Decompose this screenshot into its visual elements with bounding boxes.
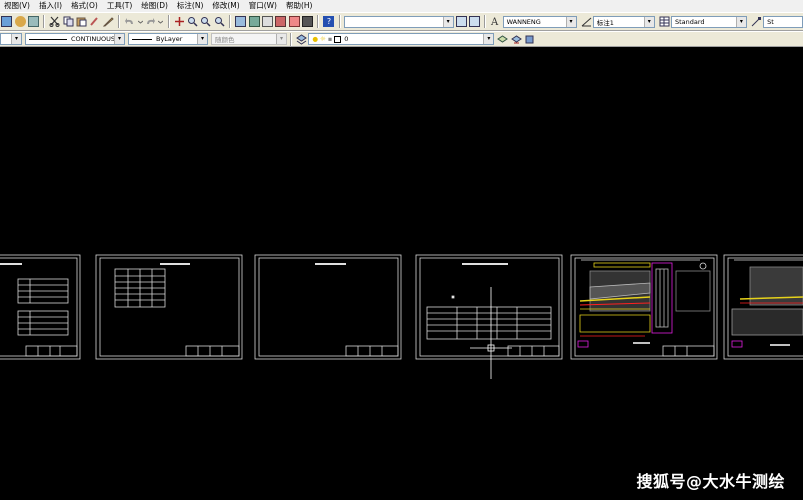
chevron-down-icon: ▾ [735,16,746,27]
layer-states-icon[interactable] [524,34,535,45]
separator [43,15,46,28]
chevron-down-icon: ▾ [276,34,286,44]
properties-icon[interactable] [235,16,247,27]
watermark: 搜狐号@大水牛测绘 [636,472,785,491]
dimension-style-value: 标注1 [596,18,614,27]
drawing-sheet-1 [0,254,81,360]
sheet-set-manager-icon[interactable] [275,16,287,27]
sheet-set-icon[interactable] [1,16,13,27]
markup-icon[interactable] [14,16,26,27]
menu-item[interactable]: 插入(I) [35,0,67,12]
menu-item[interactable]: 格式(O) [67,0,103,12]
sun-icon: ☼ [320,35,326,43]
layer-properties-icon[interactable] [296,33,308,45]
color-swatch-icon [334,35,342,43]
chevron-down-icon: ▾ [114,34,124,44]
plotstyle-select[interactable]: 随颜色 ▾ [211,33,287,45]
separator [290,32,292,46]
dimension-style-select[interactable]: 标注1 ▾ [592,15,655,28]
design-center-icon[interactable] [248,16,260,27]
markup-manager-icon[interactable] [288,16,300,27]
chevron-down-icon: ▾ [197,34,207,44]
separator [118,15,120,28]
chevron-down-icon: ▾ [11,34,21,44]
drawing-sheet-6 [723,254,803,360]
linetype-value: CONTINUOUS [71,35,116,43]
menu-item[interactable]: 帮助(H) [282,0,318,12]
zoom-realtime-icon[interactable] [187,16,198,27]
menu-item[interactable]: 工具(T) [103,0,137,12]
svg-text:A: A [490,17,499,27]
properties-toolbar: ▾ CONTINUOUS ▾ ByLayer ▾ 随颜色 ▾ ● ☼ ▪ 0 ▾ [0,31,803,47]
crosshair-cursor [470,287,512,379]
dimension-style-icon[interactable] [581,16,592,27]
plotstyle-value: 随颜色 [215,36,235,44]
tool-palettes-icon[interactable] [261,16,273,27]
plot-icon[interactable] [27,16,39,27]
menu-item[interactable]: 视图(V) [0,0,35,12]
pan-icon[interactable] [174,16,185,27]
make-object-layer-current-icon[interactable] [497,34,509,45]
multileader-style-select[interactable]: St [763,15,803,28]
lineweight-select[interactable]: ByLayer ▾ [128,33,208,45]
drawing-canvas[interactable]: 搜狐号@大水牛测绘 [0,47,803,500]
redo-icon[interactable] [145,16,156,27]
table-style-select[interactable]: Standard ▾ [670,15,747,28]
drawing-sheet-4 [415,254,563,360]
drawing-sheet-2 [95,254,243,360]
separator [229,15,231,28]
match-properties-icon[interactable] [89,16,100,27]
multileader-style-value: St [767,17,774,26]
text-style-value: WANNENG [506,17,541,26]
layer-previous-icon[interactable] [510,34,522,45]
layer-value: 0 [344,35,349,43]
chevron-down-icon[interactable] [137,16,143,27]
chevron-down-icon: ▾ [565,16,576,27]
bulb-icon: ● [312,35,319,43]
customize-icon[interactable] [469,16,480,27]
workspace-settings-icon[interactable] [455,16,467,27]
chevron-down-icon: ▾ [643,16,654,27]
menu-item[interactable]: 窗口(W) [245,0,282,12]
workspace-select[interactable]: ▾ [343,15,454,28]
copy-icon[interactable] [63,16,74,27]
chevron-down-icon: ▾ [483,34,494,44]
lineweight-value: ByLayer [156,35,183,43]
text-style-icon[interactable]: A [490,16,501,28]
chevron-down-icon: ▾ [442,16,453,27]
separator [317,15,320,28]
cut-icon[interactable] [49,16,60,27]
model-space[interactable] [0,47,803,500]
text-style-select[interactable]: WANNENG ▾ [502,15,577,28]
layer-select[interactable]: ● ☼ ▪ 0 ▾ [308,33,495,45]
zoom-previous-icon[interactable] [214,16,225,27]
table-style-value: Standard [674,17,705,26]
drawing-sheet-3 [254,254,402,360]
menu-item[interactable]: 绘图(D) [137,0,173,12]
menu-bar: 视图(V) 插入(I) 格式(O) 工具(T) 绘图(D) 标注(N) 修改(M) 窗口(W)… [0,0,803,12]
lineweight-preview [132,38,152,40]
separator [167,15,170,28]
linetype-preview [29,38,67,40]
chevron-down-icon[interactable] [158,16,164,27]
quickcalc-icon[interactable] [302,16,314,27]
paste-icon[interactable] [76,16,87,27]
multileader-style-icon[interactable] [751,16,762,27]
zoom-window-icon[interactable] [200,16,211,27]
help-icon[interactable]: ? [323,16,335,27]
drawing-sheet-5 [570,254,718,360]
block-editor-icon[interactable] [102,16,114,27]
standard-toolbar: ? ▾ A WANNENG ▾ 标注1 ▾ Standard ▾ St [0,12,803,31]
menu-item[interactable]: 标注(N) [173,0,208,12]
color-select[interactable]: ▾ [0,33,22,45]
table-style-icon[interactable] [659,16,670,27]
separator [338,15,341,28]
lock-icon: ▪ [327,35,333,43]
menu-item[interactable]: 修改(M) [208,0,244,12]
separator [484,15,487,28]
linetype-select[interactable]: CONTINUOUS ▾ [25,33,125,45]
undo-icon[interactable] [124,16,135,27]
